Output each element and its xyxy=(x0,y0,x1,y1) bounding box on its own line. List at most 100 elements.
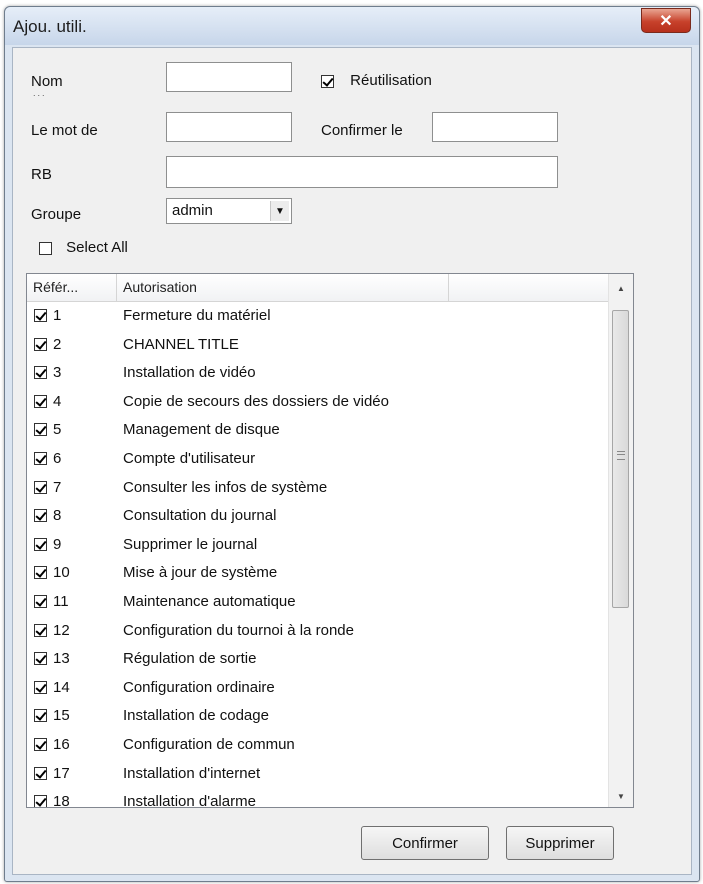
column-header-authorization[interactable]: Autorisation xyxy=(117,274,449,301)
row-authorization: Configuration du tournoi à la ronde xyxy=(123,621,354,639)
row-checkbox[interactable] xyxy=(34,537,47,551)
chevron-down-icon[interactable]: ▼ xyxy=(270,201,289,221)
table-row[interactable]: 4 Copie de secours des dossiers de vidéo xyxy=(27,388,609,416)
row-ref: 2 xyxy=(53,335,62,353)
table-row[interactable]: 17 Installation d'internet xyxy=(27,760,609,788)
row-authorization: Régulation de sortie xyxy=(123,650,257,668)
row-authorization: Maintenance automatique xyxy=(123,593,296,610)
row-ref: 8 xyxy=(53,507,62,525)
row-checkbox[interactable] xyxy=(34,394,47,408)
list-header: Référ... Autorisation xyxy=(27,274,609,302)
row-ref: 17 xyxy=(53,764,70,782)
row-checkbox[interactable] xyxy=(34,566,47,580)
row-checkbox[interactable] xyxy=(34,623,47,637)
rb-input[interactable] xyxy=(166,156,558,188)
table-row[interactable]: 5 Management de disque xyxy=(27,416,609,444)
table-row[interactable]: 9 Supprimer le journal xyxy=(27,531,609,559)
row-checkbox[interactable] xyxy=(34,652,47,666)
row-authorization: Installation de vidéo xyxy=(123,364,256,382)
row-authorization: Supprimer le journal xyxy=(123,535,258,553)
rb-label: RB xyxy=(31,166,52,183)
table-row[interactable]: 1 Fermeture du matériel xyxy=(27,302,609,330)
table-row[interactable]: 3 Installation de vidéo xyxy=(27,359,609,387)
row-checkbox[interactable] xyxy=(34,452,47,465)
password-label: Le mot de xyxy=(31,122,98,139)
select-all-checkbox[interactable]: Select All xyxy=(39,239,128,256)
row-ref: 13 xyxy=(53,650,70,668)
group-select-value: admin xyxy=(172,202,213,219)
group-label: Groupe xyxy=(31,206,82,223)
row-checkbox[interactable] xyxy=(34,595,47,608)
table-row[interactable]: 13 Régulation de sortie xyxy=(27,645,609,673)
column-header-ref[interactable]: Référ... xyxy=(27,274,117,301)
table-row[interactable]: 7 Consulter les infos de système xyxy=(27,474,609,502)
row-ref: 5 xyxy=(53,421,62,439)
row-checkbox[interactable] xyxy=(34,337,47,351)
row-ref: 11 xyxy=(53,593,69,610)
row-ref: 3 xyxy=(53,364,62,382)
table-row[interactable]: 6 Compte d'utilisateur xyxy=(27,445,609,473)
reuse-label: Réutilisation xyxy=(350,72,432,89)
row-checkbox[interactable] xyxy=(34,309,47,322)
group-select[interactable]: admin ▼ xyxy=(166,198,292,224)
row-authorization: Copie de secours des dossiers de vidéo xyxy=(123,392,389,410)
row-checkbox[interactable] xyxy=(34,480,47,494)
scroll-down-icon[interactable]: ▼ xyxy=(609,785,633,807)
reuse-check-box[interactable] xyxy=(321,74,334,88)
row-ref: 9 xyxy=(53,535,62,553)
row-checkbox[interactable] xyxy=(34,738,47,751)
row-ref: 15 xyxy=(53,707,70,725)
scroll-up-icon[interactable]: ▲ xyxy=(609,277,633,299)
row-checkbox[interactable] xyxy=(34,680,47,694)
permissions-list[interactable]: Référ... Autorisation 1 Fermeture du maté… xyxy=(26,273,634,808)
row-authorization: Installation de codage xyxy=(123,707,269,725)
row-checkbox[interactable] xyxy=(34,423,47,437)
row-checkbox[interactable] xyxy=(34,795,47,807)
table-row[interactable]: 18 Installation d'alarme xyxy=(27,788,609,808)
confirm-button[interactable]: Confirmer xyxy=(361,826,489,860)
row-authorization: CHANNEL TITLE xyxy=(123,335,239,353)
scrollbar-thumb[interactable] xyxy=(612,310,629,608)
row-authorization: Compte d'utilisateur xyxy=(123,450,256,467)
add-user-dialog: Ajou. utili. ✕ Nom ... Réutilisation Le … xyxy=(4,6,700,882)
table-row[interactable]: 16 Configuration de commun xyxy=(27,731,609,759)
row-authorization: Configuration ordinaire xyxy=(123,678,275,696)
table-row[interactable]: 10 Mise à jour de système xyxy=(27,559,609,587)
password-input[interactable] xyxy=(166,112,292,142)
row-ref: 18 xyxy=(53,793,70,808)
confirm-password-input[interactable] xyxy=(432,112,558,142)
row-ref: 1 xyxy=(53,307,62,324)
reuse-checkbox[interactable]: Réutilisation xyxy=(321,72,432,89)
vertical-scrollbar[interactable]: ▲ ▼ xyxy=(608,274,633,807)
row-authorization: Consultation du journal xyxy=(123,507,277,525)
name-input[interactable] xyxy=(166,62,292,92)
row-authorization: Installation d'internet xyxy=(123,764,261,782)
row-checkbox[interactable] xyxy=(34,509,47,523)
row-ref: 14 xyxy=(53,678,70,696)
row-authorization: Fermeture du matériel xyxy=(123,307,271,324)
row-ref: 7 xyxy=(53,478,62,496)
table-row[interactable]: 15 Installation de codage xyxy=(27,702,609,730)
confirm-password-label: Confirmer le xyxy=(321,122,403,139)
delete-button[interactable]: Supprimer xyxy=(506,826,614,860)
name-sublabel: ... xyxy=(33,88,47,98)
close-button[interactable]: ✕ xyxy=(641,8,691,33)
row-ref: 16 xyxy=(53,736,70,753)
title-bar[interactable]: Ajou. utili. ✕ xyxy=(5,7,699,45)
dialog-body: Nom ... Réutilisation Le mot de Confirme… xyxy=(12,47,692,875)
grip-icon xyxy=(617,451,625,460)
table-row[interactable]: 12 Configuration du tournoi à la ronde xyxy=(27,617,609,645)
row-ref: 6 xyxy=(53,450,62,467)
row-checkbox[interactable] xyxy=(34,709,47,723)
table-row[interactable]: 11 Maintenance automatique xyxy=(27,588,609,616)
select-all-check-box[interactable] xyxy=(39,241,52,255)
row-checkbox[interactable] xyxy=(34,766,47,780)
row-checkbox[interactable] xyxy=(34,366,47,380)
row-ref: 12 xyxy=(53,621,70,639)
table-row[interactable]: 2 CHANNEL TITLE xyxy=(27,331,609,359)
row-authorization: Management de disque xyxy=(123,421,280,439)
table-row[interactable]: 8 Consultation du journal xyxy=(27,502,609,530)
table-row[interactable]: 14 Configuration ordinaire xyxy=(27,674,609,702)
select-all-label: Select All xyxy=(66,239,128,256)
row-ref: 4 xyxy=(53,392,62,410)
